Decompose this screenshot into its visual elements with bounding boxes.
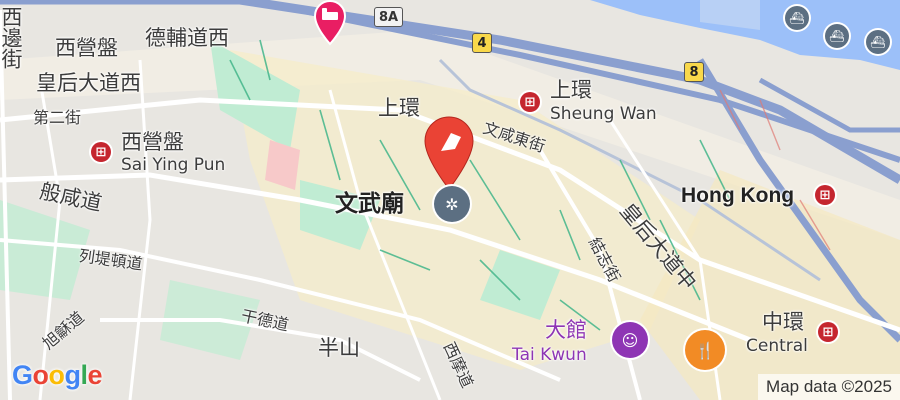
label-mid-levels: 半山 [318,336,360,360]
mtr-station-icon[interactable]: ⊞ [818,322,838,342]
mtr-station-icon[interactable]: ⊞ [91,142,111,162]
temple-icon[interactable]: ✲ [434,186,470,222]
ferry-icon[interactable]: ⛴ [825,24,849,48]
label-man-mo-temple[interactable]: 文武廟 [335,193,404,216]
label-tai-kwun-zh[interactable]: 大館 [545,320,587,341]
label-sai-ying-pun-district: 西營盤 [55,36,118,60]
label-sheung-wan-district: 上環 [378,96,420,120]
route-4-shield: 4 [472,33,492,53]
pin-icon[interactable] [421,115,477,195]
hotel-icon[interactable] [311,0,349,50]
label-hong-kong-station[interactable]: Hong Kong [681,185,794,206]
restaurant-icon[interactable]: 🍴 [685,330,725,370]
label-sheung-wan-station-en[interactable]: Sheung Wan [550,106,657,123]
label-sheung-wan-station-zh[interactable]: 上環 [550,80,592,101]
label-queens-rd-west: 皇后大道西 [36,71,141,95]
label-sai-ying-pun-station-zh[interactable]: 西營盤 [121,132,184,153]
mtr-station-icon[interactable]: ⊞ [520,92,540,112]
label-des-voeux-rd-west: 德輔道西 [145,26,229,50]
ferry-icon[interactable]: ⛴ [866,30,890,54]
route-8-shield: 8 [684,62,704,82]
label-central-en[interactable]: Central [746,338,808,355]
label-western-district: 西邊街 [0,6,23,69]
mtr-station-icon[interactable]: ⊞ [815,185,835,205]
map-attribution[interactable]: Map data ©2025 [758,374,900,400]
label-central-zh[interactable]: 中環 [762,312,804,333]
ferry-icon[interactable]: ⛴ [785,6,809,30]
label-second-street: 第二街 [33,108,82,127]
map-canvas[interactable]: 8A 4 8 ⛴ ⛴ ⛴ 西營盤 德輔道西 皇后大道西 第二街 西邊街 ⊞ 西營… [0,0,900,400]
route-8a-shield: 8A [374,7,404,27]
google-logo[interactable]: Google [12,360,103,391]
label-tai-kwun-en[interactable]: Tai Kwun [512,347,587,364]
museum-icon[interactable]: ☺ [612,322,648,358]
label-sai-ying-pun-station-en[interactable]: Sai Ying Pun [121,157,225,174]
